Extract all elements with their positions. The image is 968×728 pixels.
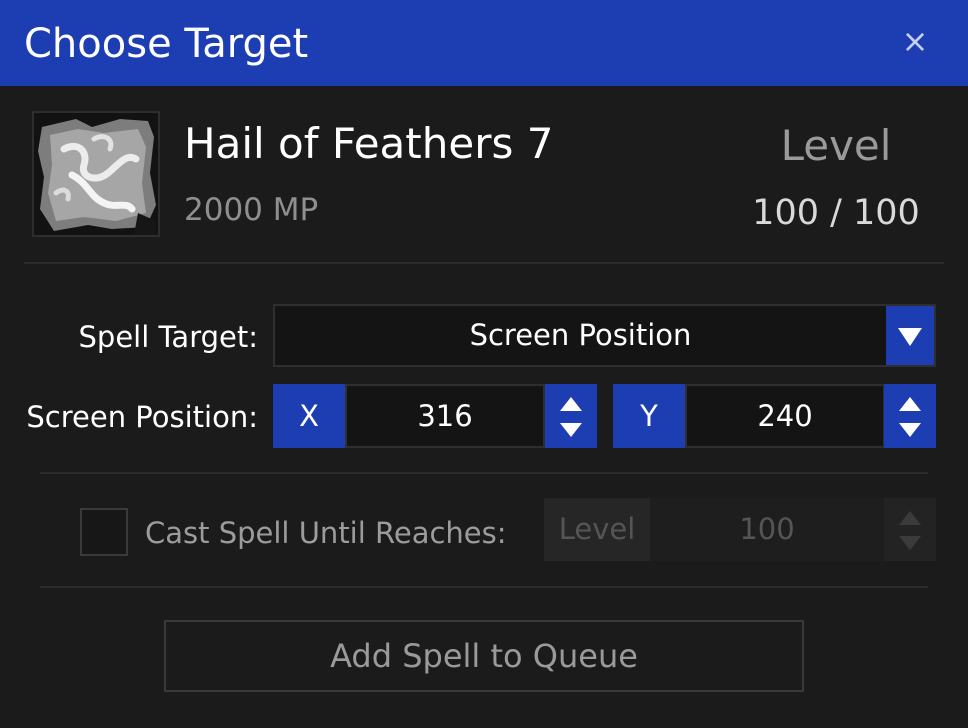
close-icon[interactable]: ×	[896, 22, 934, 60]
arrow-down-icon	[899, 536, 921, 550]
cast-until-label: Cast Spell Until Reaches:	[145, 516, 507, 550]
cast-until-unit-label: Level	[544, 498, 650, 561]
title-bar: Choose Target ×	[0, 0, 968, 86]
spell-icon	[32, 111, 160, 237]
y-axis-label: Y	[613, 384, 685, 448]
spell-target-value: Screen Position	[469, 318, 692, 352]
arrow-up-icon	[899, 397, 921, 411]
spell-target-label: Spell Target:	[78, 320, 258, 354]
x-input[interactable]: 316	[345, 384, 545, 448]
cast-until-checkbox[interactable]	[80, 508, 128, 556]
cast-until-stepper[interactable]	[884, 498, 936, 561]
header-divider	[24, 262, 944, 264]
y-stepper[interactable]	[884, 384, 936, 448]
arrow-down-icon	[899, 423, 921, 437]
level-label: Level	[780, 121, 892, 170]
chevron-down-icon[interactable]	[886, 306, 934, 365]
level-value: 100 / 100	[752, 193, 920, 233]
x-stepper[interactable]	[545, 384, 597, 448]
cast-until-level-input[interactable]: 100	[650, 498, 884, 561]
add-spell-to-queue-button[interactable]: Add Spell to Queue	[164, 620, 804, 692]
spell-target-dropdown[interactable]: Screen Position	[273, 304, 936, 367]
spell-name: Hail of Feathers 7	[184, 119, 554, 168]
arrow-down-icon	[560, 423, 582, 437]
footer-divider	[40, 586, 928, 588]
spell-cost: 2000 MP	[184, 192, 319, 228]
arrow-up-icon	[560, 397, 582, 411]
arrow-up-icon	[899, 511, 921, 525]
y-input[interactable]: 240	[685, 384, 885, 448]
section-divider	[40, 472, 928, 474]
screen-position-label: Screen Position:	[26, 400, 258, 434]
x-axis-label: X	[273, 384, 345, 448]
window-title: Choose Target	[24, 21, 309, 67]
